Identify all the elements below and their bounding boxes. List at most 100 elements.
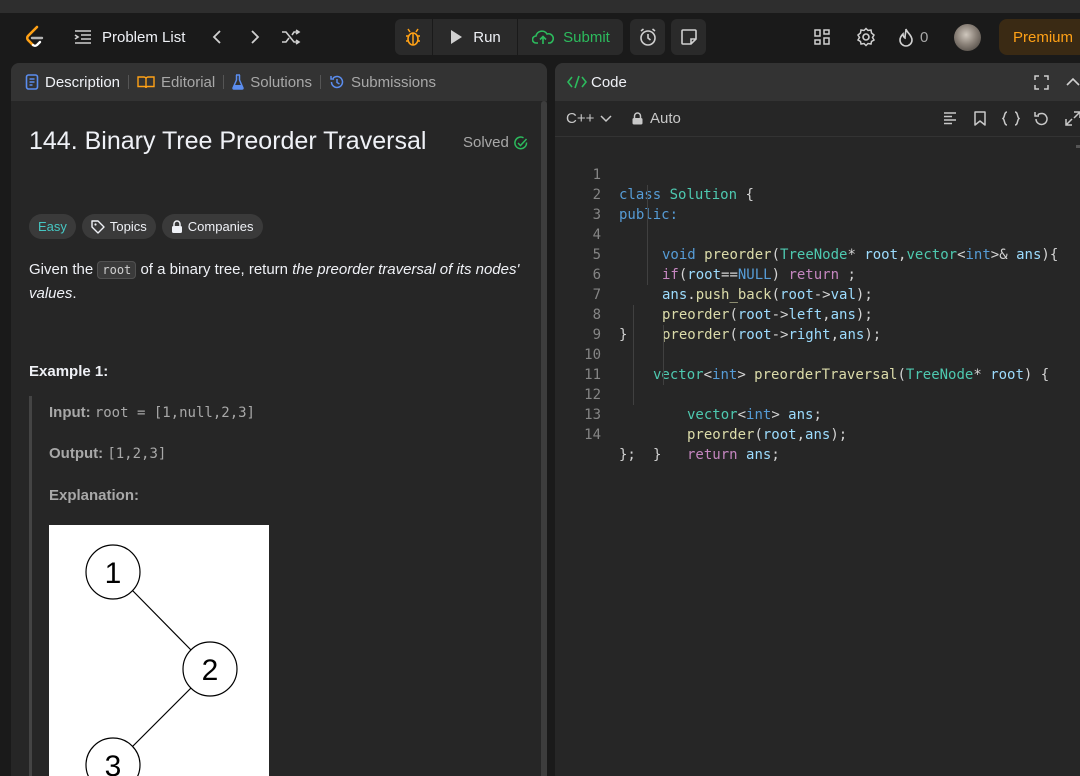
code-line: 14 }; <box>555 405 1080 463</box>
indent-guide <box>633 365 634 385</box>
code-text: return ans; <box>687 447 780 463</box>
example-explanation: Explanation: <box>49 487 139 504</box>
tree-node-label: 3 <box>105 750 122 776</box>
braces-icon <box>1001 111 1021 126</box>
indent-guide <box>663 325 664 345</box>
leetcode-logo-icon <box>25 25 44 47</box>
notes-button[interactable] <box>671 19 706 55</box>
note-icon <box>680 29 697 45</box>
play-icon <box>451 30 463 44</box>
reset-button[interactable] <box>1033 111 1049 129</box>
chevron-down-icon <box>600 114 612 122</box>
flame-icon <box>899 28 913 47</box>
companies-button[interactable]: Companies <box>161 214 263 239</box>
solved-status: Solved <box>463 134 528 151</box>
example-input: Input: root = [1,null,2,3] <box>49 404 255 421</box>
desc-code: root <box>97 261 137 279</box>
collapse-button[interactable] <box>1066 75 1080 92</box>
desc-text: . <box>72 285 77 302</box>
tree-node-label: 2 <box>202 654 219 687</box>
layout-grid-icon <box>814 29 830 45</box>
tab-code[interactable]: Code <box>567 74 627 91</box>
language-select[interactable]: C++ <box>566 110 612 127</box>
run-button[interactable]: Run <box>434 19 516 55</box>
flask-icon <box>232 74 244 90</box>
tree-edge <box>131 589 192 651</box>
desc-text: Given the <box>29 261 98 278</box>
tab-description-label: Description <box>45 73 121 91</box>
problem-title: 144. Binary Tree Preorder Traversal <box>29 127 427 155</box>
tab-divider <box>128 75 130 89</box>
debug-button[interactable] <box>395 19 431 55</box>
code-panel-header: Code <box>555 63 1080 101</box>
output-label: Output: <box>49 445 104 462</box>
code-line: 1 class Solution { <box>555 145 1080 203</box>
tab-editorial[interactable]: Editorial <box>137 74 215 91</box>
tree-diagram-svg: 1 2 3 <box>85 544 238 776</box>
tab-solutions[interactable]: Solutions <box>232 74 312 91</box>
indent-guide <box>633 325 634 345</box>
example-output: Output: [1,2,3] <box>49 445 166 462</box>
indent-guide <box>647 245 648 265</box>
fullscreen-editor-button[interactable] <box>1065 111 1080 129</box>
indent-guide <box>647 225 648 245</box>
gear-icon <box>856 27 876 47</box>
code-line: 10 vector<int> ans; <box>555 325 1080 423</box>
description-panel: Description Editorial Solutions Submissi… <box>11 63 547 776</box>
premium-button[interactable]: Premium <box>999 19 1080 55</box>
submit-button[interactable]: Submit <box>519 19 623 55</box>
line-number: 14 <box>584 427 601 443</box>
run-label: Run <box>473 28 501 46</box>
tab-submissions[interactable]: Submissions <box>329 74 436 91</box>
tree-diagram: 1 2 3 <box>49 525 269 776</box>
code-line: 6 preorder(root->left,ans); <box>555 245 1080 323</box>
indent-guide <box>633 345 634 365</box>
description-scrollbar[interactable] <box>541 101 547 776</box>
shuffle-icon <box>282 29 301 45</box>
problem-description: Given the root of a binary tree, return … <box>29 258 534 305</box>
companies-label: Companies <box>187 219 254 234</box>
tab-submissions-label: Submissions <box>350 73 436 91</box>
difficulty-badge: Easy <box>29 214 76 239</box>
tag-icon <box>91 219 105 234</box>
premium-label: Premium <box>1013 28 1074 46</box>
settings-button[interactable] <box>854 24 878 50</box>
streak-counter[interactable]: 0 <box>898 24 928 50</box>
code-line: 9 vector<int> preorderTraversal(TreeNode… <box>555 305 1080 383</box>
bookmark-button[interactable] <box>974 111 986 129</box>
submit-label: Submit <box>563 28 610 46</box>
timer-button[interactable] <box>630 19 665 55</box>
input-value: root = [1,null,2,3] <box>94 405 255 421</box>
top-navbar: Problem List Run Submit 0 Premium <box>0 13 1080 62</box>
history-icon <box>330 75 344 89</box>
format-button[interactable] <box>943 111 957 128</box>
problem-list-link[interactable]: Problem List <box>74 24 185 50</box>
tree-node-label: 1 <box>105 557 122 590</box>
next-problem-button[interactable] <box>244 24 266 50</box>
explanation-label: Explanation: <box>49 487 140 504</box>
random-problem-button[interactable] <box>279 24 303 50</box>
maximize-button[interactable] <box>1034 75 1049 93</box>
braces-button[interactable] <box>1001 111 1021 129</box>
leetcode-logo[interactable] <box>22 24 48 50</box>
code-line: 13 } <box>555 385 1080 463</box>
tab-divider <box>223 75 225 89</box>
tab-divider <box>319 75 321 89</box>
prev-problem-button[interactable] <box>206 24 228 50</box>
output-value: [1,2,3] <box>107 446 167 462</box>
indent-guide <box>663 365 664 385</box>
lock-icon <box>632 112 643 125</box>
topics-button[interactable]: Topics <box>81 214 156 239</box>
tab-description[interactable]: Description <box>25 74 120 91</box>
list-icon <box>74 30 91 44</box>
description-tabs: Description Editorial Solutions Submissi… <box>11 63 547 101</box>
avatar[interactable] <box>954 24 981 51</box>
divider <box>517 19 518 55</box>
code-tab-label: Code <box>591 73 627 91</box>
layout-button[interactable] <box>810 24 834 50</box>
auto-mode[interactable]: Auto <box>632 110 681 127</box>
problem-tags: Easy Topics Companies <box>29 214 263 239</box>
code-icon <box>567 75 587 89</box>
chevron-right-icon <box>251 30 260 44</box>
code-line: 12 return ans; <box>555 365 1080 463</box>
